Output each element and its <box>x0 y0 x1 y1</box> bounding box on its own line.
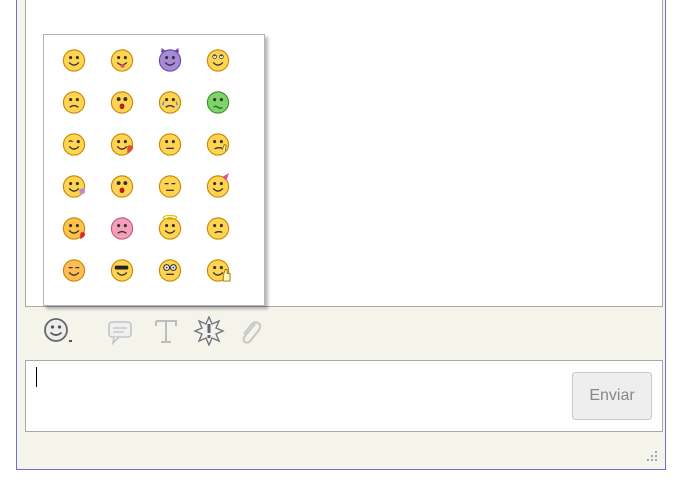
font-button[interactable] <box>151 314 181 348</box>
eyeroll-icon <box>206 49 230 72</box>
emoticon-eyeroll[interactable] <box>194 39 242 81</box>
text-cursor <box>36 367 37 387</box>
emoticon-angry[interactable] <box>98 207 146 249</box>
nudge-button[interactable] <box>103 314 137 348</box>
sleepy-icon <box>158 175 182 198</box>
emoticon-grid <box>50 39 242 291</box>
font-icon <box>155 320 177 343</box>
emoticon-in-love[interactable] <box>50 207 98 249</box>
emoticon-cool[interactable] <box>98 249 146 291</box>
emoticon-tongue[interactable] <box>98 39 146 81</box>
emoticon-neutral[interactable] <box>146 123 194 165</box>
thinking-icon <box>206 133 230 156</box>
emoticon-menu-icon <box>44 318 72 342</box>
emoticon-crying[interactable] <box>146 81 194 123</box>
emoticon-sick[interactable] <box>194 81 242 123</box>
in-love-icon <box>62 217 86 240</box>
thumbs-up-icon <box>206 259 231 282</box>
emoticon-sad[interactable] <box>50 81 98 123</box>
sick-icon <box>206 91 230 114</box>
devil-icon <box>158 47 182 72</box>
emoticon-menu-button[interactable] <box>41 314 77 348</box>
emoticon-surprised[interactable] <box>98 81 146 123</box>
sad-icon <box>62 91 86 114</box>
shocked-icon <box>110 175 134 198</box>
compose-toolbar <box>25 310 663 352</box>
neutral-icon <box>158 133 182 156</box>
cool-icon <box>110 259 134 282</box>
attach-button[interactable] <box>235 314 265 348</box>
emoticon-blush[interactable] <box>50 249 98 291</box>
emoticon-confused[interactable] <box>194 207 242 249</box>
send-button[interactable]: Enviar <box>572 372 652 420</box>
tongue-icon <box>110 49 134 72</box>
emoticon-party[interactable] <box>194 165 242 207</box>
angry-icon <box>110 217 134 240</box>
nerd-icon <box>158 259 182 282</box>
wink-icon <box>193 316 225 346</box>
nudge-icon <box>108 321 132 346</box>
emoticon-thumbs-up[interactable] <box>194 249 242 291</box>
emoticon-devil[interactable] <box>146 39 194 81</box>
wink-icon <box>62 133 86 156</box>
wink-button[interactable] <box>191 314 227 348</box>
emoticon-thinking[interactable] <box>194 123 242 165</box>
emoticon-smile[interactable] <box>50 39 98 81</box>
resize-grip-icon[interactable] <box>645 449 659 463</box>
angel-icon <box>158 215 182 240</box>
crying-icon <box>158 91 182 114</box>
attach-icon <box>242 321 262 344</box>
emoticon-angel[interactable] <box>146 207 194 249</box>
surprised-icon <box>110 91 134 114</box>
emoticon-picker <box>43 34 265 306</box>
emoticon-sleepy[interactable] <box>146 165 194 207</box>
smile-icon <box>62 49 86 72</box>
emoticon-shocked[interactable] <box>98 165 146 207</box>
emoticon-nerd[interactable] <box>146 249 194 291</box>
drunk-icon <box>62 175 86 198</box>
party-icon <box>206 173 230 198</box>
chat-window: Enviar <box>16 0 666 470</box>
emoticon-drunk[interactable] <box>50 165 98 207</box>
blush-icon <box>62 259 86 282</box>
embarrassed-icon <box>110 133 134 156</box>
emoticon-embarrassed[interactable] <box>98 123 146 165</box>
confused-icon <box>206 217 230 240</box>
message-input[interactable]: Enviar <box>25 360 663 432</box>
emoticon-wink[interactable] <box>50 123 98 165</box>
